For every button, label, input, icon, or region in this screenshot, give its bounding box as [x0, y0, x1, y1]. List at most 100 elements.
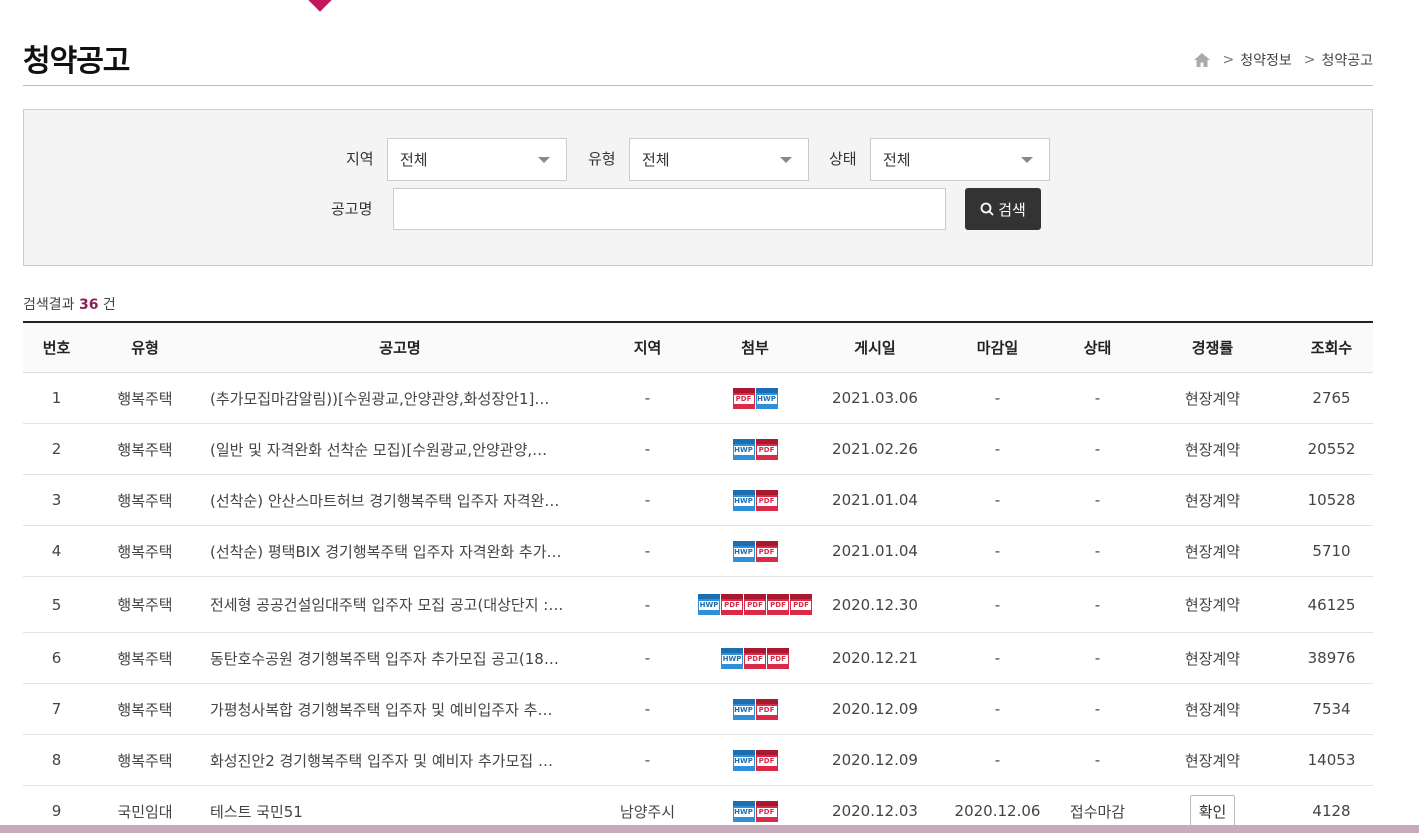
row-title-link[interactable]: (선착순) 안산스마트허브 경기행복주택 입주자 자격완… — [200, 490, 600, 511]
row-type: 국민임대 — [117, 802, 173, 821]
row-status: - — [1094, 542, 1101, 560]
region-select[interactable]: 전체 — [387, 138, 567, 181]
row-title-link[interactable]: (추가모집마감알림))[수원광교,안양관양,화성장안1]… — [200, 388, 600, 409]
row-region: - — [644, 542, 651, 560]
result-prefix: 검색결과 — [23, 297, 75, 313]
row-status: - — [1094, 649, 1101, 667]
row-title-link[interactable]: 화성진안2 경기행복주택 입주자 및 예비자 추가모집 … — [200, 750, 600, 771]
page-title: 청약공고 — [23, 44, 130, 79]
table-header: 번호 유형 공고명 지역 첨부 게시일 마감일 상태 경쟁률 조회수 — [23, 323, 1373, 373]
hwp-file-icon[interactable]: HWP — [755, 387, 778, 409]
row-posted-date: 2021.03.06 — [832, 389, 918, 407]
row-status: 접수마감 — [1069, 802, 1126, 821]
row-deadline: - — [994, 389, 1001, 407]
pdf-file-icon[interactable]: PDF — [755, 749, 778, 771]
table-row[interactable]: 8 행복주택 화성진안2 경기행복주택 입주자 및 예비자 추가모집 … - HWP PD… — [23, 735, 1373, 786]
hwp-file-icon[interactable]: HWP — [732, 749, 755, 771]
result-suffix: 건 — [102, 297, 116, 313]
row-competition: 현장계약 — [1184, 751, 1241, 770]
header-type: 유형 — [131, 339, 159, 357]
table-row[interactable]: 1 행복주택 (추가모집마감알림))[수원광교,안양관양,화성장안1]… - PDF HW… — [23, 373, 1373, 424]
row-title-link[interactable]: 동탄호수공원 경기행복주택 입주자 추가모집 공고(18… — [200, 648, 600, 669]
row-title-link[interactable]: (선착순) 평택BIX 경기행복주택 입주자 자격완화 추가… — [200, 541, 600, 562]
hwp-file-icon[interactable]: HWP — [732, 540, 755, 562]
row-attachments: HWP PDF — [695, 749, 815, 771]
pdf-file-icon[interactable]: PDF — [732, 387, 755, 409]
pdf-file-icon[interactable]: PDF — [767, 594, 789, 615]
row-type: 행복주택 — [117, 649, 173, 668]
table-row[interactable]: 7 행복주택 가평청사복합 경기행복주택 입주자 및 예비입주자 추… - HWP PDF… — [23, 684, 1373, 735]
table-row[interactable]: 3 행복주택 (선착순) 안산스마트허브 경기행복주택 입주자 자격완… - HWP PD… — [23, 475, 1373, 526]
type-select[interactable]: 전체 — [629, 138, 809, 181]
row-title-link[interactable]: 테스트 국민51 — [200, 801, 600, 822]
row-status: - — [1094, 595, 1101, 614]
row-competition: 현장계약 — [1184, 700, 1241, 719]
row-type: 행복주택 — [117, 491, 173, 510]
row-title-link[interactable]: 전세형 공공건설임대주택 입주자 모집 공고(대상단지 :… — [200, 594, 600, 615]
chevron-down-icon — [780, 157, 792, 163]
pdf-file-icon[interactable]: PDF — [755, 800, 778, 822]
chevron-right-icon: > — [1303, 52, 1316, 68]
pdf-file-icon[interactable]: PDF — [755, 540, 778, 562]
chevron-right-icon: > — [1222, 52, 1235, 68]
hwp-file-icon[interactable]: HWP — [721, 647, 743, 669]
row-region: - — [644, 649, 651, 667]
row-status: - — [1094, 700, 1101, 718]
hwp-file-icon[interactable]: HWP — [732, 800, 755, 822]
home-icon[interactable] — [1194, 53, 1211, 67]
breadcrumb-item[interactable]: 청약정보 — [1240, 50, 1292, 70]
confirm-button[interactable]: 확인 — [1189, 794, 1236, 828]
notice-name-input[interactable] — [393, 188, 946, 230]
row-views: 5710 — [1312, 542, 1351, 560]
row-competition: 현장계약 — [1184, 649, 1241, 668]
row-region: - — [644, 751, 651, 769]
pdf-file-icon[interactable]: PDF — [744, 594, 766, 615]
breadcrumb-item[interactable]: 청약공고 — [1321, 50, 1373, 70]
pdf-file-icon[interactable]: PDF — [755, 438, 778, 460]
table-row[interactable]: 4 행복주택 (선착순) 평택BIX 경기행복주택 입주자 자격완화 추가… - HWP… — [23, 526, 1373, 577]
row-title-link[interactable]: (일반 및 자격완화 선착순 모집)[수원광교,안양관양,… — [200, 439, 600, 460]
pdf-file-icon[interactable]: PDF — [767, 647, 789, 669]
header-deadline: 마감일 — [976, 339, 1019, 357]
row-posted-date: 2020.12.03 — [832, 802, 918, 820]
row-type: 행복주택 — [117, 700, 173, 719]
row-type: 행복주택 — [117, 389, 173, 408]
row-competition: 현장계약 — [1184, 491, 1241, 510]
row-posted-date: 2021.01.04 — [832, 491, 918, 509]
search-button-label: 검색 — [998, 200, 1026, 219]
row-posted-date: 2021.01.04 — [832, 542, 918, 560]
row-status: - — [1094, 491, 1101, 509]
search-panel: 지역 전체 유형 전체 상태 전체 공고명 검색 — [23, 109, 1373, 266]
chevron-down-icon — [538, 157, 550, 163]
header-attach: 첨부 — [741, 339, 769, 357]
pdf-file-icon[interactable]: PDF — [755, 489, 778, 511]
row-competition: 확인 — [1135, 794, 1290, 828]
table-row[interactable]: 2 행복주택 (일반 및 자격완화 선착순 모집)[수원광교,안양관양,… - HWP P… — [23, 424, 1373, 475]
hwp-file-icon[interactable]: HWP — [732, 698, 755, 720]
pdf-file-icon[interactable]: PDF — [755, 698, 778, 720]
pdf-file-icon[interactable]: PDF — [790, 594, 812, 615]
search-button[interactable]: 검색 — [965, 188, 1041, 230]
table-row[interactable]: 5 행복주택 전세형 공공건설임대주택 입주자 모집 공고(대상단지 :… - HWP P… — [23, 577, 1373, 633]
header-views: 조회수 — [1310, 339, 1353, 357]
row-num: 3 — [51, 491, 62, 509]
notice-table: 번호 유형 공고명 지역 첨부 게시일 마감일 상태 경쟁률 조회수 1 행복주택… — [23, 321, 1373, 833]
row-title-link[interactable]: 가평청사복합 경기행복주택 입주자 및 예비입주자 추… — [200, 699, 600, 720]
row-region: - — [644, 595, 651, 614]
row-views: 20552 — [1307, 440, 1356, 458]
table-row[interactable]: 6 행복주택 동탄호수공원 경기행복주택 입주자 추가모집 공고(18… - HWP PD… — [23, 633, 1373, 684]
region-label: 지역 — [346, 150, 374, 168]
pdf-file-icon[interactable]: PDF — [744, 647, 766, 669]
row-posted-date: 2020.12.30 — [832, 595, 918, 614]
row-posted-date: 2020.12.21 — [832, 649, 918, 667]
hwp-file-icon[interactable]: HWP — [732, 489, 755, 511]
row-views: 14053 — [1307, 751, 1356, 769]
pdf-file-icon[interactable]: PDF — [721, 594, 743, 615]
row-deadline: - — [994, 595, 1001, 614]
status-select[interactable]: 전체 — [870, 138, 1050, 181]
hwp-file-icon[interactable]: HWP — [698, 594, 720, 615]
top-nav-indicator — [307, 0, 333, 12]
row-competition: 현장계약 — [1184, 542, 1241, 561]
status-label: 상태 — [829, 150, 857, 168]
hwp-file-icon[interactable]: HWP — [732, 438, 755, 460]
